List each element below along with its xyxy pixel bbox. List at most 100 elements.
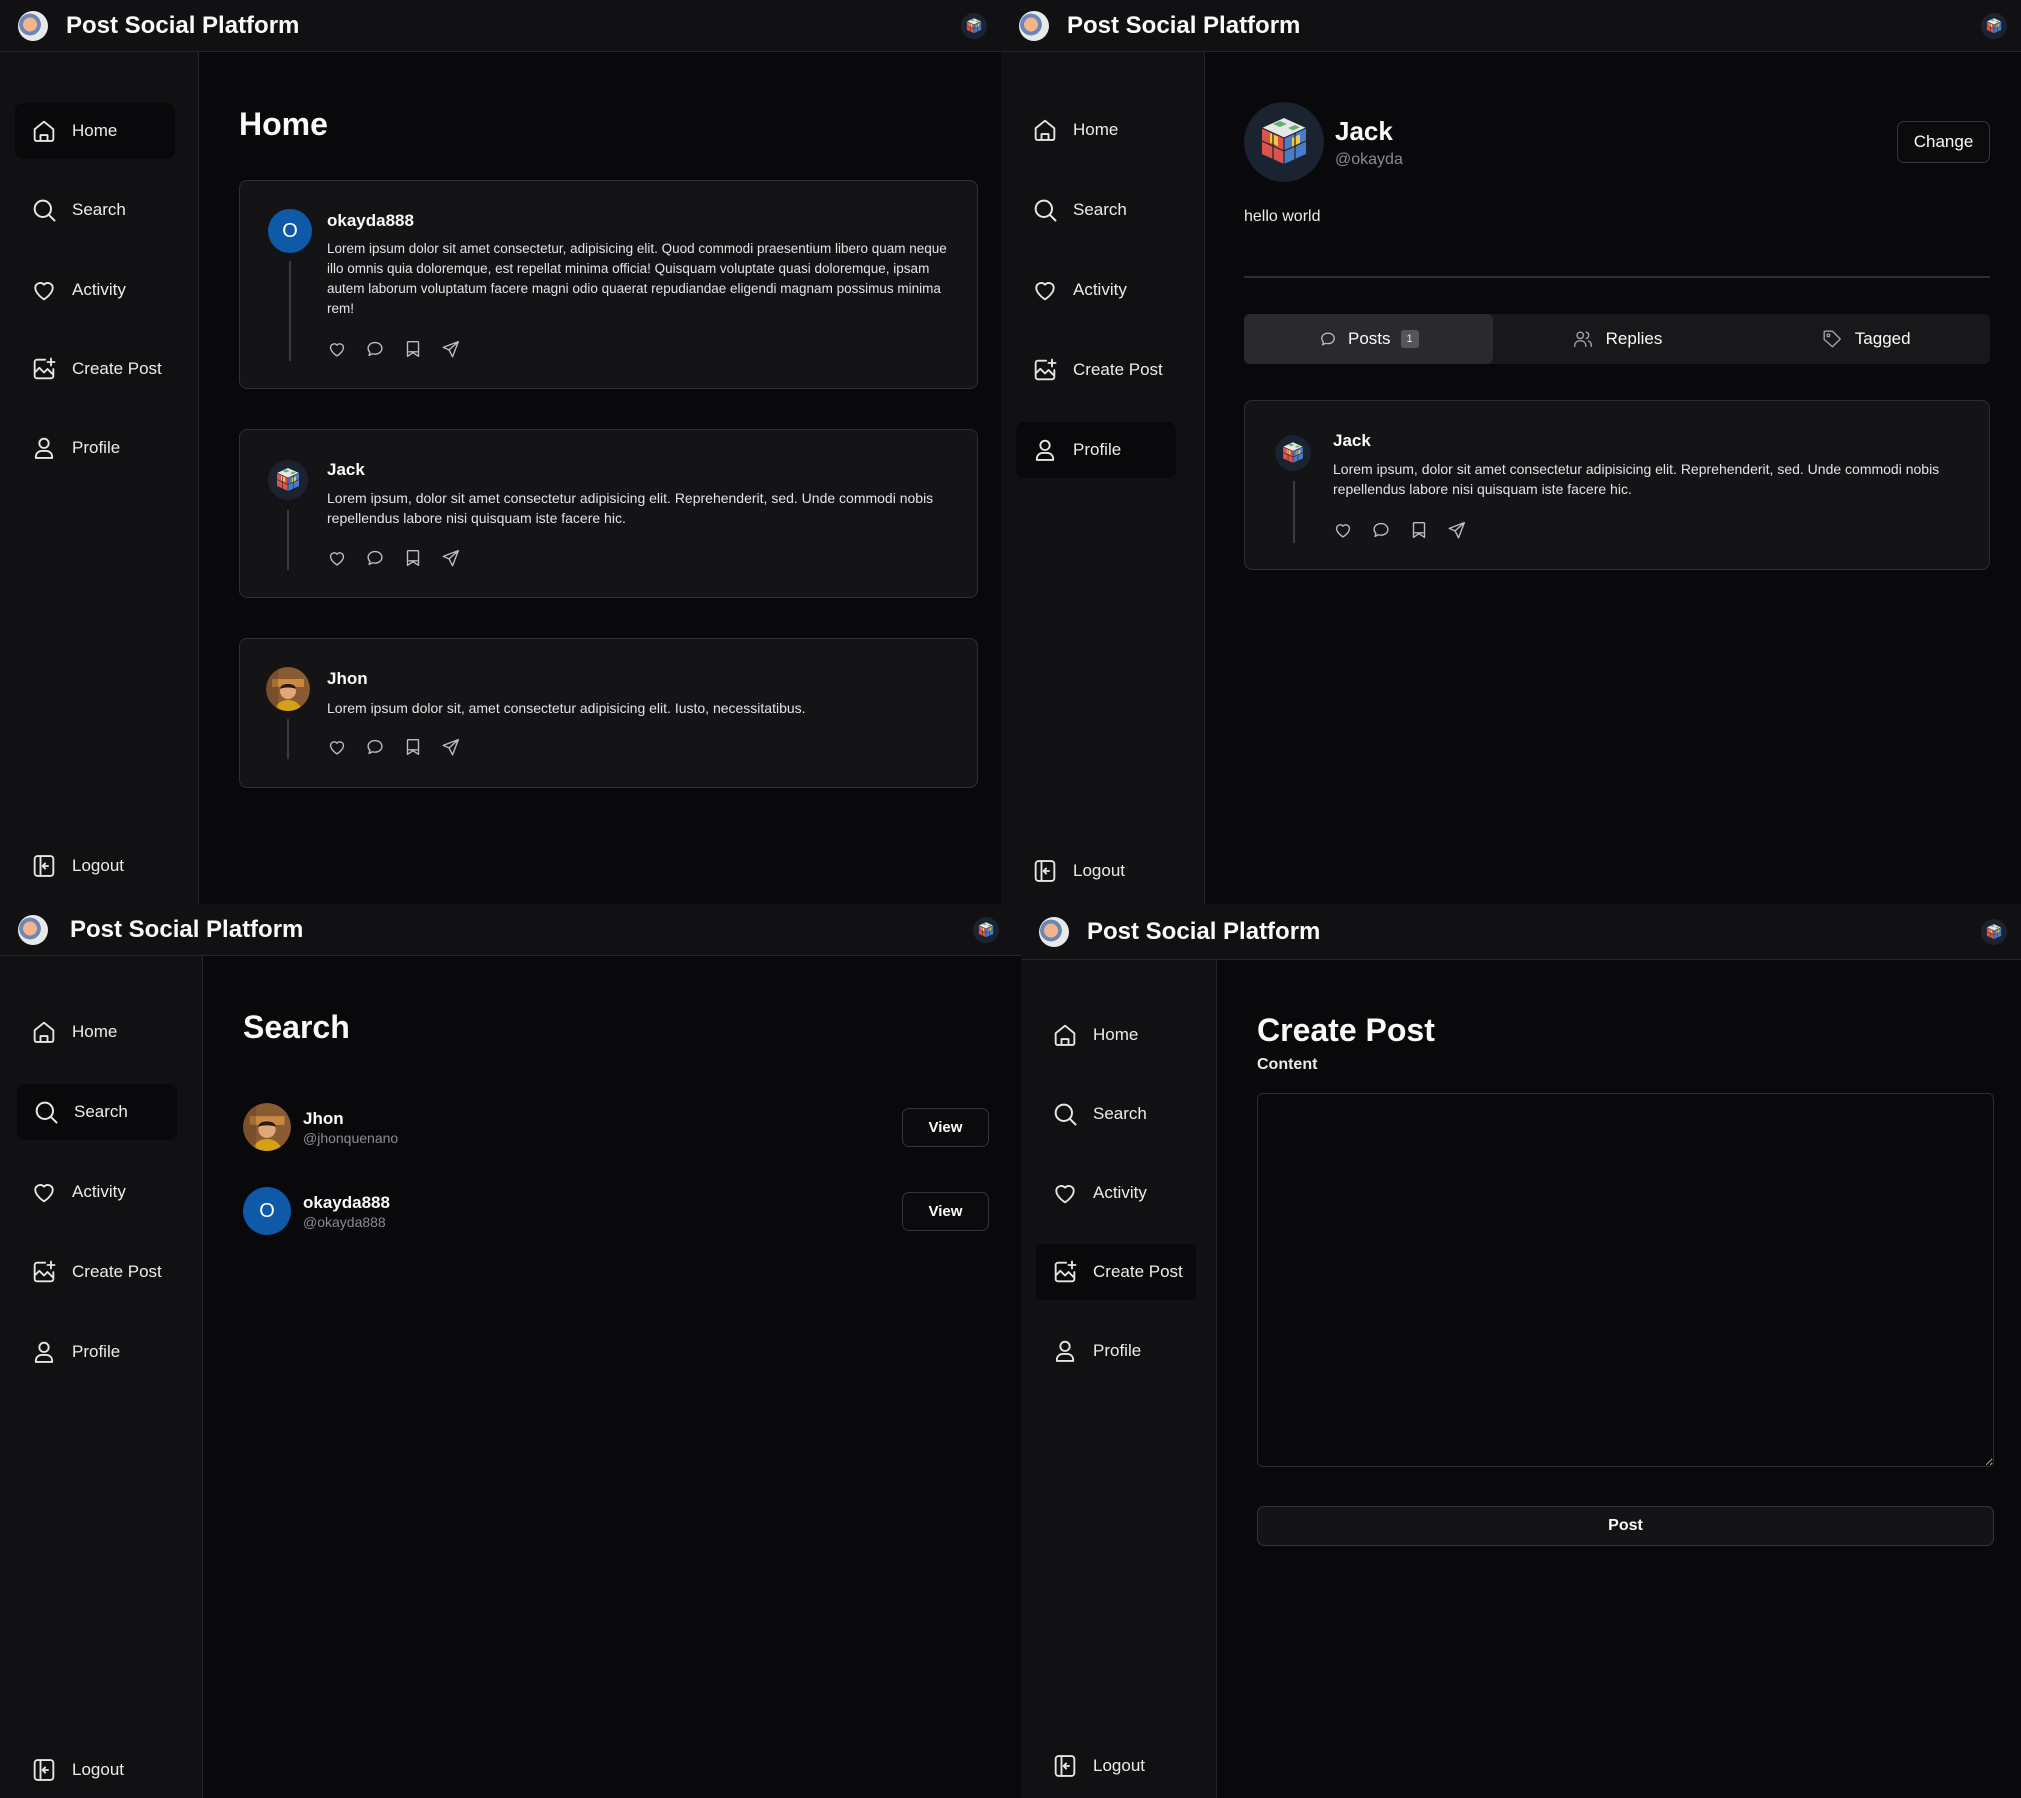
avatar-initial: O [282, 219, 298, 242]
sidebar-item-home[interactable]: Home [1036, 1007, 1196, 1063]
sidebar-item-home[interactable]: Home [15, 1004, 175, 1060]
bookmark-icon[interactable] [402, 338, 424, 360]
comment-icon[interactable] [364, 338, 386, 360]
home-icon [30, 1018, 58, 1046]
app-logo[interactable] [1019, 10, 1049, 41]
app-logo[interactable] [1039, 916, 1069, 947]
post-author[interactable]: Jack [1333, 431, 1371, 451]
change-button[interactable]: Change [1897, 121, 1990, 163]
sidebar-item-logout[interactable]: Logout [15, 1742, 175, 1798]
like-icon[interactable] [326, 736, 348, 758]
sidebar-item-search[interactable]: Search [17, 1084, 177, 1140]
top-bar: Post Social Platform [0, 0, 1001, 52]
profile-bio: hello world [1244, 208, 1321, 225]
view-button[interactable]: View [902, 1192, 989, 1231]
sidebar-item-label: Profile [72, 1342, 121, 1361]
sidebar-item-label: Logout [1073, 861, 1125, 880]
content-textarea[interactable] [1257, 1093, 1994, 1467]
avatar[interactable]: O [268, 209, 312, 253]
profile-screen: Post Social Platform Home Search Activit… [1001, 0, 2021, 904]
profile-handle: @okayda [1335, 151, 1403, 168]
heart-icon [1051, 1179, 1079, 1207]
result-name: okayda888 [303, 1193, 390, 1212]
share-icon[interactable] [1446, 519, 1468, 541]
share-icon[interactable] [440, 338, 462, 360]
sidebar-item-search[interactable]: Search [1016, 182, 1176, 238]
avatar[interactable] [1275, 435, 1311, 471]
header-avatar[interactable] [961, 13, 987, 39]
avatar[interactable] [243, 1103, 291, 1151]
sidebar-item-profile[interactable]: Profile [15, 1324, 175, 1380]
bookmark-icon[interactable] [1408, 519, 1430, 541]
bookmark-icon[interactable] [402, 547, 424, 569]
post-author[interactable]: okayda888 [327, 211, 414, 231]
post-author[interactable]: Jhon [327, 669, 368, 689]
sidebar-item-label: Create Post [72, 1262, 162, 1281]
app-title: Post Social Platform [1087, 917, 1321, 945]
post-card[interactable]: Jack Lorem ipsum, dolor sit amet consect… [1244, 400, 1990, 570]
sidebar-item-profile[interactable]: Profile [1016, 422, 1176, 478]
post-text: Lorem ipsum dolor sit amet consectetur, … [327, 241, 947, 316]
sidebar-item-label: Home [1093, 1025, 1139, 1044]
sidebar-item-create-post[interactable]: Create Post [15, 1244, 175, 1300]
comment-icon[interactable] [364, 547, 386, 569]
sidebar-item-logout[interactable]: Logout [1036, 1738, 1196, 1794]
post-card[interactable]: Jack Lorem ipsum, dolor sit amet consect… [239, 429, 978, 598]
search-icon [1031, 196, 1059, 224]
header-avatar[interactable] [973, 917, 999, 943]
like-icon[interactable] [326, 338, 348, 360]
sidebar-item-search[interactable]: Search [1036, 1086, 1196, 1142]
comment-icon[interactable] [1370, 519, 1392, 541]
sidebar-item-label: Search [1093, 1104, 1147, 1123]
avatar[interactable] [266, 667, 310, 711]
header-avatar[interactable] [1981, 13, 2007, 39]
share-icon[interactable] [440, 547, 462, 569]
sidebar-item-profile[interactable]: Profile [15, 420, 175, 476]
sidebar-item-profile[interactable]: Profile [1036, 1323, 1196, 1379]
post-author[interactable]: Jack [327, 460, 365, 480]
profile-avatar[interactable] [1244, 102, 1324, 182]
sidebar-item-home[interactable]: Home [1016, 102, 1176, 158]
tab-replies[interactable]: Replies [1493, 314, 1742, 364]
tab-posts[interactable]: Posts 1 [1244, 314, 1493, 364]
sidebar-item-create-post[interactable]: Create Post [1016, 342, 1176, 398]
share-icon[interactable] [440, 736, 462, 758]
post-actions [1332, 519, 1468, 541]
sidebar-item-search[interactable]: Search [15, 182, 175, 238]
app-title: Post Social Platform [70, 915, 304, 943]
sidebar-item-label: Logout [1093, 1756, 1145, 1775]
sidebar-item-create-post[interactable]: Create Post [1036, 1244, 1196, 1300]
like-icon[interactable] [1332, 519, 1354, 541]
sidebar-item-activity[interactable]: Activity [15, 262, 175, 318]
top-bar: Post Social Platform [1001, 0, 2021, 52]
like-icon[interactable] [326, 547, 348, 569]
sidebar-item-logout[interactable]: Logout [15, 838, 175, 894]
app-logo[interactable] [18, 10, 48, 41]
header-avatar[interactable] [1981, 919, 2007, 945]
avatar[interactable]: O [243, 1187, 291, 1235]
sidebar-item-create-post[interactable]: Create Post [15, 341, 175, 397]
page-title: Create Post [1257, 1012, 1435, 1048]
comment-icon[interactable] [364, 736, 386, 758]
post-card[interactable]: Jhon Lorem ipsum dolor sit, amet consect… [239, 638, 978, 788]
sidebar-item-activity[interactable]: Activity [15, 1164, 175, 1220]
tab-tagged[interactable]: Tagged [1741, 314, 1990, 364]
page-title: Search [243, 1009, 350, 1045]
divider [1244, 276, 1990, 278]
sidebar-item-activity[interactable]: Activity [1016, 262, 1176, 318]
sidebar-item-label: Activity [72, 280, 126, 299]
sidebar-item-activity[interactable]: Activity [1036, 1165, 1196, 1221]
sidebar-item-logout[interactable]: Logout [1016, 843, 1176, 899]
avatar[interactable] [268, 460, 308, 500]
bookmark-icon[interactable] [402, 736, 424, 758]
view-button[interactable]: View [902, 1108, 989, 1147]
search-icon [32, 1098, 60, 1126]
post-text: Lorem ipsum, dolor sit amet consectetur … [327, 490, 934, 526]
app-logo[interactable] [18, 914, 48, 945]
sidebar-item-label: Search [1073, 200, 1127, 219]
post-card[interactable]: O okayda888 Lorem ipsum dolor sit amet c… [239, 180, 978, 389]
app-title: Post Social Platform [66, 11, 300, 39]
create-post-icon [30, 1258, 58, 1286]
sidebar-item-home[interactable]: Home [15, 103, 175, 159]
post-button[interactable]: Post [1257, 1506, 1994, 1546]
